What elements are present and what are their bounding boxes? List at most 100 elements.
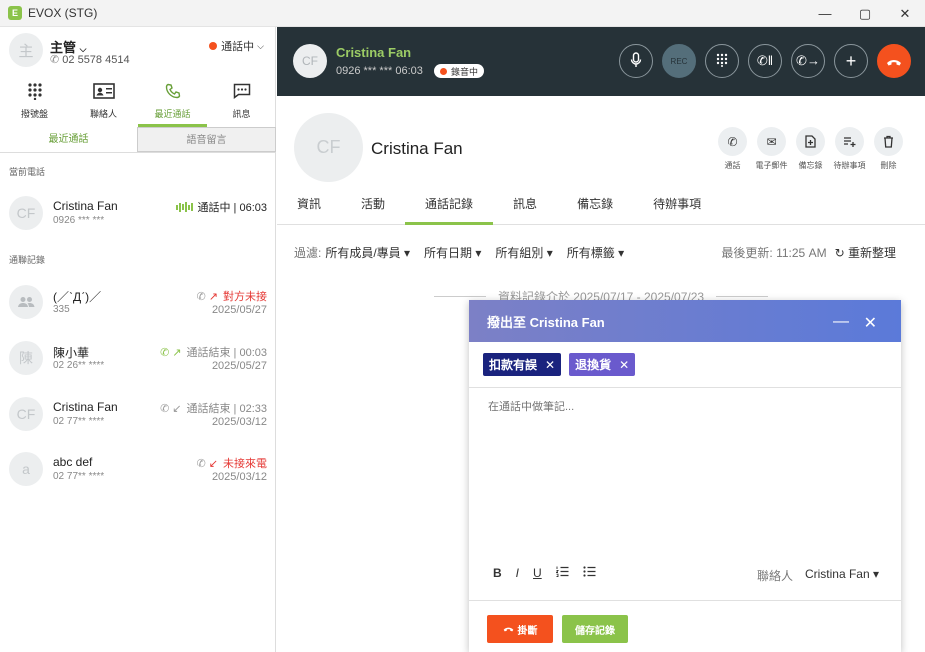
tab-notes[interactable]: 備忘錄: [557, 185, 633, 224]
action-delete[interactable]: 刪除: [874, 127, 903, 171]
window-title: EVOX (STG): [28, 6, 98, 20]
call-status: 未接來電: [223, 458, 267, 470]
record-dot-icon: [440, 67, 447, 75]
audio-wave-icon: [175, 202, 193, 212]
dialpad-button[interactable]: [705, 44, 739, 78]
recording-label: 錄音中: [451, 66, 479, 77]
add-call-button[interactable]: +: [834, 44, 868, 78]
phone-icon: ✆: [718, 127, 747, 156]
avatar: 陳: [9, 341, 43, 375]
action-todo[interactable]: 待辦事項: [833, 127, 866, 171]
contact-number: 02 77** ****: [53, 471, 105, 482]
minimize-icon[interactable]: —: [833, 313, 849, 331]
close-icon[interactable]: ✕: [885, 0, 925, 27]
tab-info[interactable]: 資訊: [277, 185, 341, 224]
tab-recent[interactable]: 最近通話: [138, 81, 207, 127]
tab-messages[interactable]: 訊息: [207, 81, 276, 127]
action-email[interactable]: ✉ 電子郵件: [755, 127, 788, 171]
phone-icon: ✆: [160, 346, 170, 359]
call-timer: 06:03: [395, 65, 423, 77]
outgoing-arrow-icon: ↗: [172, 346, 182, 359]
ordered-list-icon[interactable]: [555, 566, 569, 580]
dialpad-icon: [716, 53, 728, 70]
message-icon: [233, 81, 251, 101]
close-icon[interactable]: ✕: [545, 358, 555, 372]
filter-tags[interactable]: 所有標籤: [567, 244, 624, 261]
user-phone: 02 5578 4514: [62, 54, 130, 66]
hangup-button[interactable]: [877, 44, 911, 78]
status-label: 通話中: [221, 41, 255, 53]
bold-button[interactable]: B: [493, 566, 502, 580]
current-call-item[interactable]: CF Cristina Fan 0926 *** *** 通話中 | 06:03: [0, 188, 276, 238]
action-label: 電子郵件: [755, 161, 788, 170]
note-icon: [796, 127, 825, 156]
tab-call-log[interactable]: 通話記錄: [405, 185, 494, 225]
action-note[interactable]: 備忘錄: [796, 127, 825, 171]
user-group-icon: [9, 285, 43, 319]
refresh-icon: ↻: [834, 246, 845, 260]
subtab-voicemail[interactable]: 語音留言: [137, 127, 276, 152]
close-icon[interactable]: ✕: [619, 358, 629, 372]
recording-badge: 錄音中: [434, 64, 485, 78]
tab-messages[interactable]: 訊息: [493, 185, 557, 224]
notes-input[interactable]: [488, 401, 878, 413]
italic-button[interactable]: I: [516, 566, 519, 580]
refresh-button[interactable]: ↻ 重新整理: [835, 244, 896, 261]
bullet-list-icon[interactable]: [583, 566, 596, 580]
list-item[interactable]: a abc def 02 77** **** ✆ ↙ 未接來電 2025/03/12: [0, 444, 276, 494]
underline-button[interactable]: U: [533, 566, 542, 580]
filter-dates[interactable]: 所有日期: [424, 244, 481, 261]
list-item[interactable]: (／ˋДˊ)／ 335 ✆ ↗ 對方未接 2025/05/27: [0, 277, 276, 327]
call-date: 2025/05/27: [211, 360, 267, 372]
action-call[interactable]: ✆ 通話: [718, 127, 747, 171]
subtab-recent[interactable]: 最近通話: [0, 127, 137, 152]
hold-button[interactable]: ✆‖: [748, 44, 782, 78]
assoc-label: 聯絡人: [756, 569, 793, 583]
mail-icon: ✉: [757, 127, 786, 156]
filter-members[interactable]: 所有成員/專員: [325, 244, 410, 261]
save-record-button[interactable]: 儲存記錄: [562, 615, 628, 643]
tab-dialpad[interactable]: 撥號盤: [0, 81, 69, 127]
assoc-dropdown[interactable]: Cristina Fan: [805, 567, 879, 584]
avatar: CF: [293, 44, 327, 78]
button-label: 掛斷: [517, 625, 538, 637]
hangup-button[interactable]: 掛斷: [487, 615, 553, 643]
status-dot: [209, 42, 218, 50]
phone-transfer-icon: ✆→: [796, 53, 820, 68]
mute-button[interactable]: [619, 44, 653, 78]
status-dropdown[interactable]: 通話中 ⌵: [209, 38, 264, 54]
action-label: 備忘錄: [798, 161, 823, 170]
list-item[interactable]: CF Cristina Fan 02 77** **** ✆ ↙ 通話結束 | 02…: [0, 389, 276, 439]
action-label: 待辦事項: [833, 161, 866, 170]
record-button[interactable]: REC: [662, 44, 696, 78]
contact-name: abc def: [53, 455, 93, 469]
my-profile[interactable]: 主 主管 ⌵ ✆ 02 5578 4514 通話中 ⌵: [0, 27, 276, 75]
tab-todos[interactable]: 待辦事項: [633, 185, 721, 224]
contacts-icon: [92, 81, 115, 101]
phone-icon: ✆: [160, 402, 170, 415]
hangup-icon: [886, 54, 902, 69]
call-notes-dialog: 撥出至 Cristina Fan — ✕ 扣款有誤 ✕ 退換貨 ✕ B I U 聯絡…: [469, 300, 901, 652]
tab-activity[interactable]: 活動: [341, 185, 405, 224]
call-status: 通話結束 | 02:33: [186, 403, 268, 415]
filter-groups[interactable]: 所有組別: [495, 244, 552, 261]
call-date: 2025/05/27: [211, 304, 267, 316]
section-history: 通聯記錄: [9, 255, 46, 265]
hangup-icon: [503, 624, 514, 635]
contact-number: 335: [53, 304, 70, 315]
incoming-arrow-icon: ↙: [172, 402, 182, 415]
contact-name: 陳小華: [53, 346, 90, 360]
title-bar: E EVOX (STG) — ▢ ✕: [0, 0, 925, 27]
call-contact-name: Cristina Fan: [336, 45, 412, 60]
maximize-icon[interactable]: ▢: [845, 0, 885, 27]
tab-contacts[interactable]: 聯絡人: [69, 81, 138, 127]
close-icon[interactable]: ✕: [864, 313, 877, 333]
phone-icon: ✆: [196, 457, 206, 470]
minimize-icon[interactable]: —: [805, 0, 845, 27]
list-item[interactable]: 陳 陳小華 02 26** **** ✆ ↗ 通話結束 | 00:03 2025/0…: [0, 333, 276, 383]
action-label: 通話: [724, 161, 741, 170]
app-logo: E: [8, 6, 22, 20]
phone-icon: [165, 81, 181, 101]
caller-name: Cristina Fan: [53, 199, 118, 213]
transfer-button[interactable]: ✆→: [791, 44, 825, 78]
